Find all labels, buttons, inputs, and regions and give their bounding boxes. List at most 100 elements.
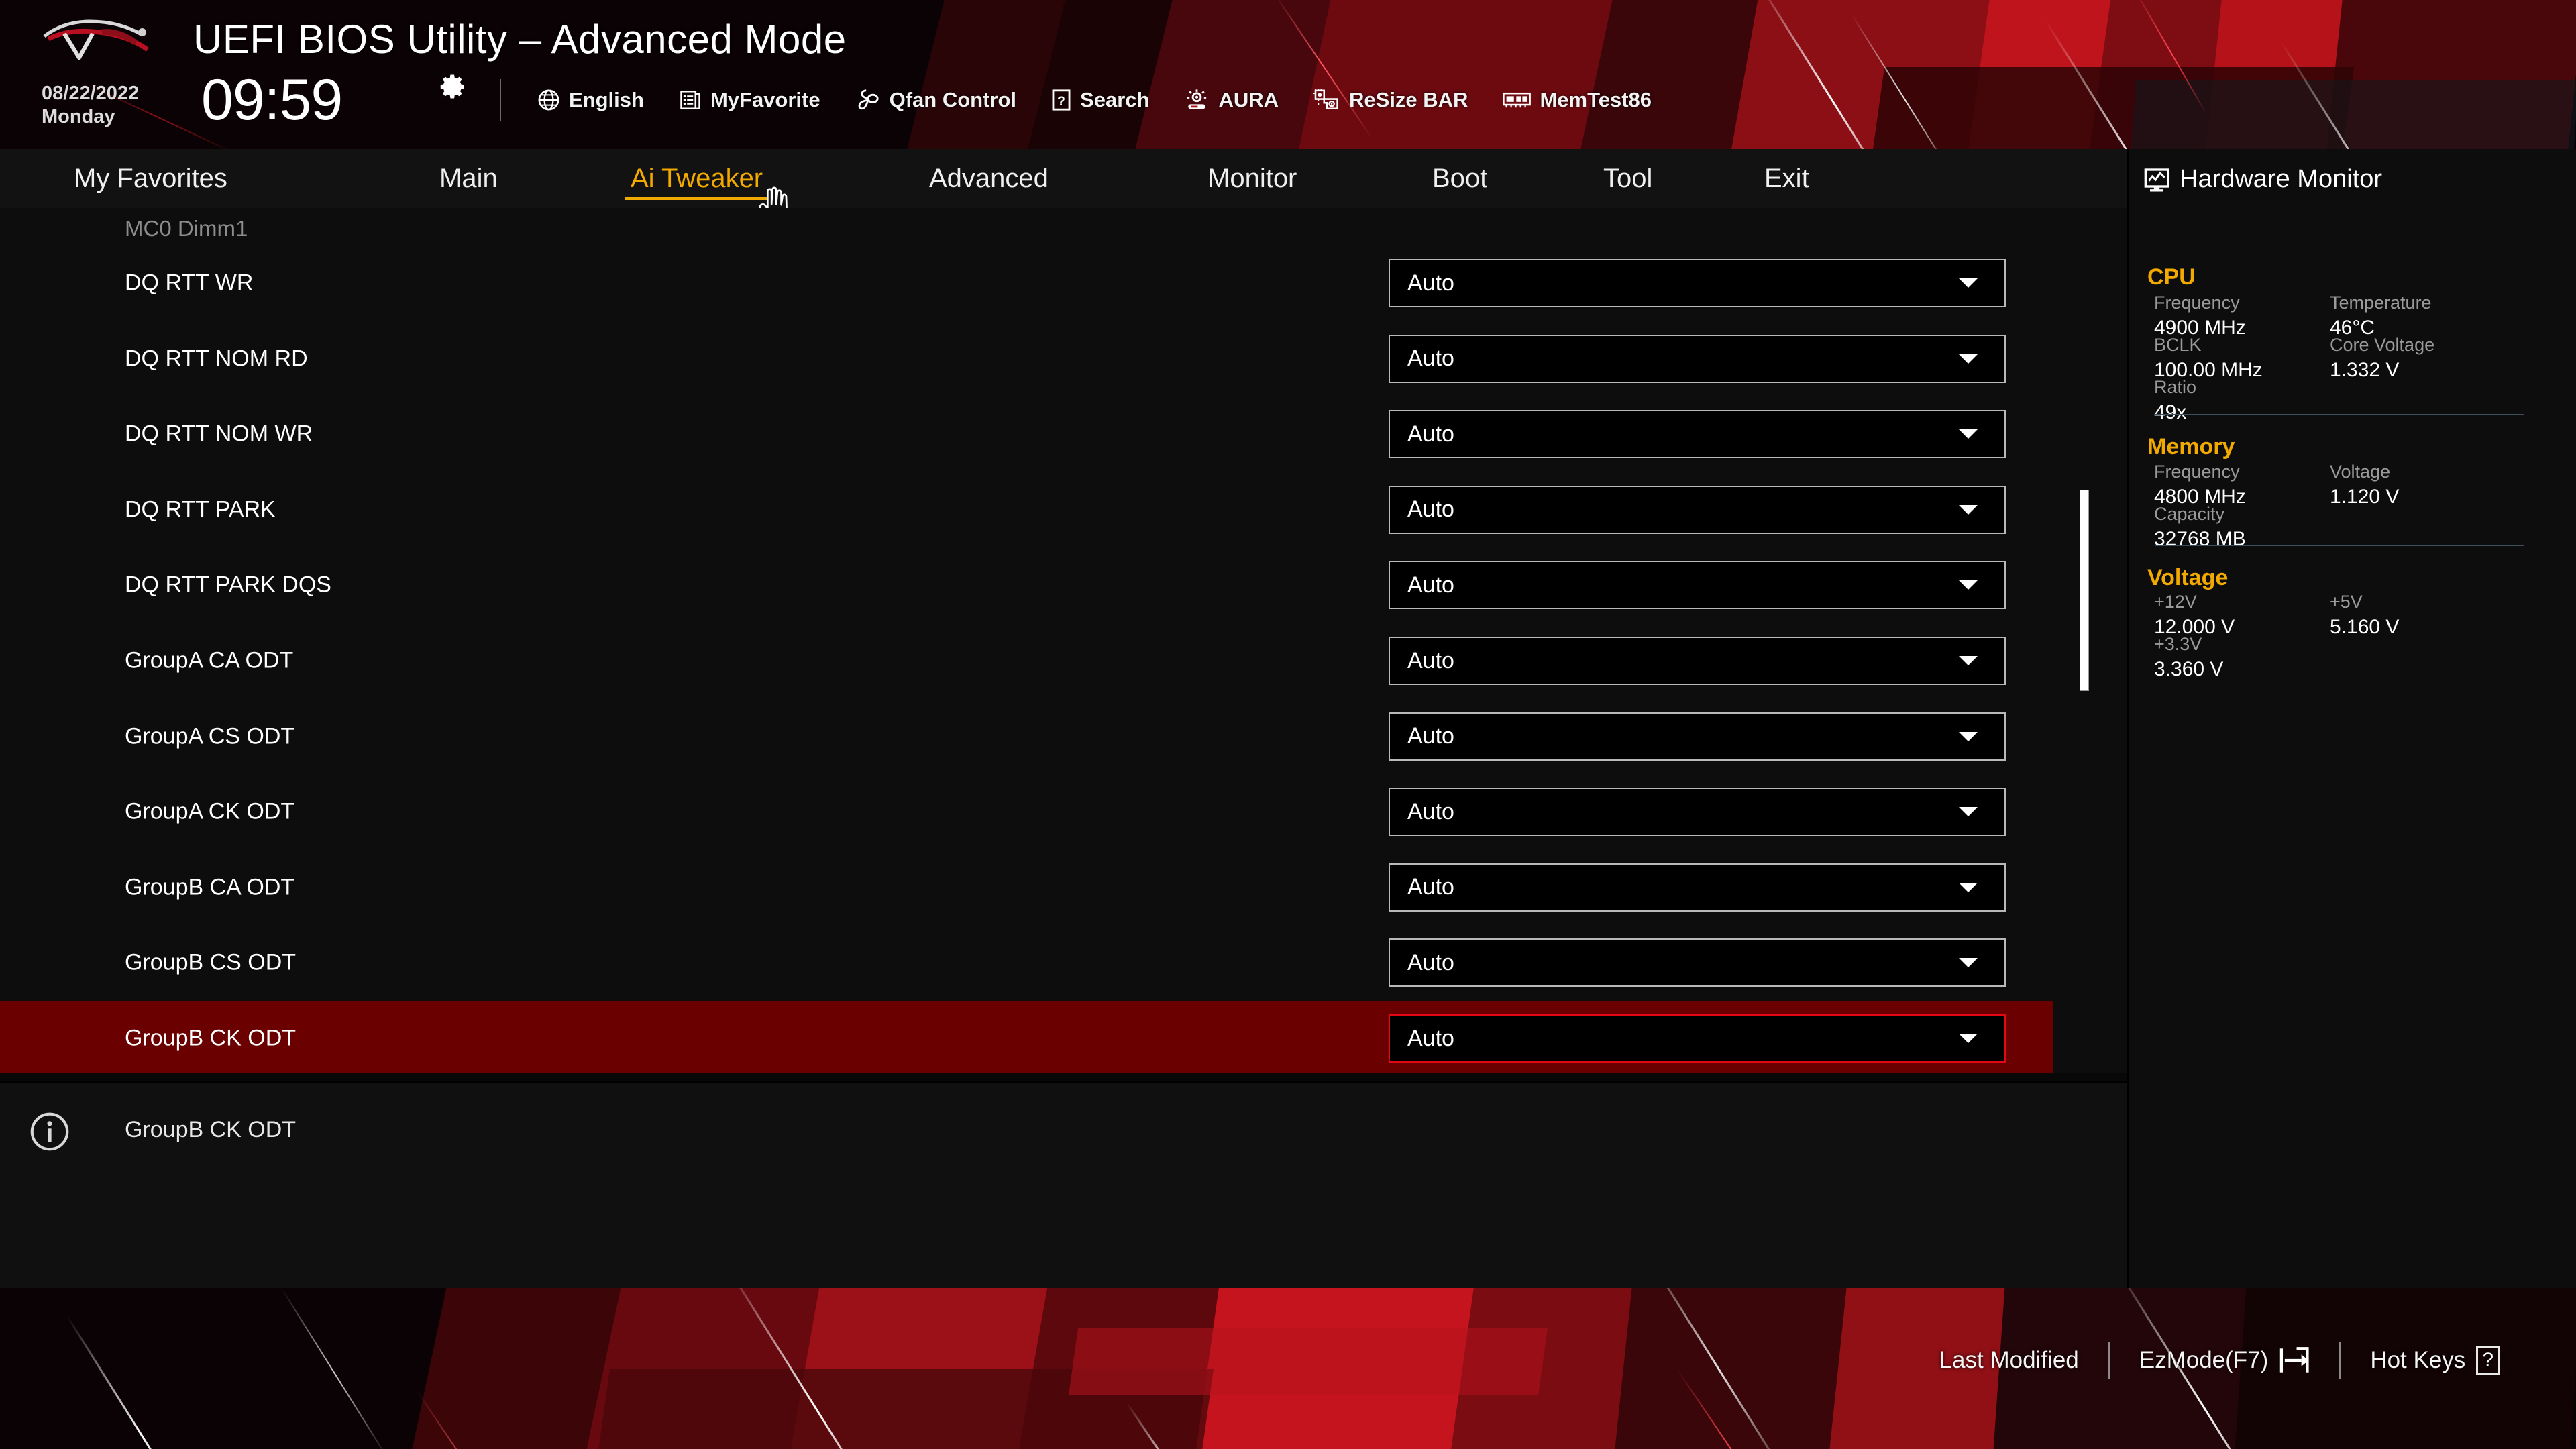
tab-my-favorites[interactable]: My Favorites <box>50 149 252 208</box>
setting-dropdown[interactable]: Auto <box>1389 259 2006 307</box>
header-tool-myfavorite[interactable]: MyFavorite <box>661 88 838 112</box>
chevron-down-icon <box>1959 580 1978 590</box>
header-tool-resize-bar[interactable]: ReSize BAR <box>1296 88 1485 112</box>
tab-label: My Favorites <box>74 164 227 193</box>
tab-monitor[interactable]: Monitor <box>1183 149 1321 208</box>
fan-icon <box>855 89 881 111</box>
favorites-list-icon <box>679 89 702 111</box>
last-modified-button[interactable]: Last Modified <box>1910 1347 2108 1374</box>
dropdown-value: Auto <box>1407 874 1454 900</box>
setting-dropdown[interactable]: Auto <box>1389 485 2006 534</box>
hw-value: 1.120 V <box>2330 486 2400 508</box>
setting-row[interactable]: GroupA CA ODT Auto <box>0 623 2053 698</box>
chevron-down-icon <box>1959 1034 1978 1043</box>
page-title: UEFI BIOS Utility – Advanced Mode <box>193 17 847 62</box>
header-tool-english[interactable]: English <box>520 88 661 112</box>
dropdown-value: Auto <box>1407 270 1454 296</box>
ezmode-button[interactable]: EzMode(F7) <box>2110 1347 2340 1374</box>
setting-dropdown[interactable]: Auto <box>1389 334 2006 383</box>
decorative-shape <box>1068 1328 1548 1395</box>
tab-boot[interactable]: Boot <box>1408 149 1511 208</box>
hw-section-divider <box>2155 414 2524 415</box>
tab-label: Tool <box>1603 164 1653 193</box>
dropdown-value: Auto <box>1407 723 1454 749</box>
dropdown-value: Auto <box>1407 496 1454 523</box>
dropdown-value: Auto <box>1407 421 1454 447</box>
hardware-monitor-title-text: Hardware Monitor <box>2180 165 2382 193</box>
last-modified-label: Last Modified <box>1939 1347 2079 1373</box>
setting-row[interactable]: DQ RTT PARK Auto <box>0 472 2053 547</box>
setting-row[interactable]: DQ RTT PARK DQS Auto <box>0 547 2053 623</box>
exit-arrow-icon <box>2280 1347 2309 1373</box>
setting-label: GroupA CA ODT <box>125 647 294 674</box>
setting-label: DQ RTT WR <box>125 270 254 296</box>
hw-value: 1.332 V <box>2330 359 2400 381</box>
header-tool-aura[interactable]: AURA <box>1167 88 1296 112</box>
setting-dropdown[interactable]: Auto <box>1389 938 2006 987</box>
setting-row[interactable]: DQ RTT WR Auto <box>0 246 2053 321</box>
setting-dropdown[interactable]: Auto <box>1389 712 2006 761</box>
setting-label: DQ RTT PARK DQS <box>125 572 331 598</box>
setting-row[interactable]: GroupA CS ODT Auto <box>0 699 2053 774</box>
hw-label: Frequency <box>2154 462 2240 482</box>
setting-dropdown[interactable]: Auto <box>1389 1014 2006 1063</box>
setting-dropdown[interactable]: Auto <box>1389 561 2006 610</box>
hw-section-cpu: CPU <box>2147 264 2196 290</box>
gear-icon[interactable] <box>439 72 468 101</box>
setting-dropdown[interactable]: Auto <box>1389 410 2006 459</box>
setting-dropdown[interactable]: Auto <box>1389 788 2006 837</box>
chevron-down-icon <box>1959 278 1978 288</box>
chevron-down-icon <box>1959 504 1978 515</box>
setting-dropdown[interactable]: Auto <box>1389 863 2006 912</box>
hardware-monitor-title: Hardware Monitor <box>2143 165 2382 194</box>
dropdown-value: Auto <box>1407 345 1454 372</box>
setting-row[interactable]: GroupA CK ODT Auto <box>0 774 2053 849</box>
header-tool-label: AURA <box>1218 88 1279 111</box>
hw-value: 49x <box>2154 401 2187 423</box>
setting-label: GroupB CA ODT <box>125 874 295 900</box>
tab-label: Ai Tweaker <box>631 164 763 193</box>
header-tool-label: ReSize BAR <box>1349 88 1468 111</box>
hw-value: 5.160 V <box>2330 616 2400 638</box>
help-text: GroupB CK ODT <box>125 1117 297 1142</box>
tab-label: Monitor <box>1208 164 1297 193</box>
hw-label: +5V <box>2330 592 2363 612</box>
active-tab-underline <box>625 197 769 200</box>
header-tool-qfan-control[interactable]: Qfan Control <box>838 88 1034 112</box>
header-tool-memtest86[interactable]: MemTest86 <box>1485 88 1669 112</box>
hotkeys-label: Hot Keys <box>2370 1347 2466 1373</box>
setting-row[interactable]: GroupB CS ODT Auto <box>0 925 2053 1000</box>
setting-row[interactable]: DQ RTT NOM WR Auto <box>0 396 2053 472</box>
date-value: 08/22/2022 <box>42 83 140 104</box>
setting-row[interactable]: DQ RTT NOM RD Auto <box>0 321 2053 396</box>
monitor-graph-icon <box>2144 168 2169 191</box>
footer-actions: Last Modified EzMode(F7) Hot Keys ? <box>1910 1340 2529 1381</box>
header-divider <box>500 79 501 121</box>
main-nav-tabs: My Favorites Main Ai Tweaker Advanced Monito… <box>0 149 2127 208</box>
tab-exit[interactable]: Exit <box>1740 149 1833 208</box>
clock-display: 09:59 <box>201 68 343 132</box>
hw-section-divider <box>2155 545 2524 546</box>
rog-logo <box>43 19 150 60</box>
tab-main[interactable]: Main <box>415 149 522 208</box>
scrollbar-thumb[interactable] <box>2080 490 2089 691</box>
header-tool-search[interactable]: ? Search <box>1034 88 1167 112</box>
tab-label: Exit <box>1764 164 1809 193</box>
dropdown-value: Auto <box>1407 572 1454 598</box>
chevron-down-icon <box>1959 958 1978 968</box>
hotkeys-button[interactable]: Hot Keys ? <box>2341 1346 2529 1375</box>
hw-label: +3.3V <box>2154 634 2202 654</box>
setting-row[interactable]: GroupB CA ODT Auto <box>0 850 2053 925</box>
tab-advanced[interactable]: Advanced <box>905 149 1073 208</box>
footer-bar: Last Modified EzMode(F7) Hot Keys ? Vers… <box>0 1288 2576 1449</box>
setting-row[interactable]: GroupB CK ODT Auto <box>0 1001 2053 1073</box>
hw-value: 3.360 V <box>2154 658 2224 680</box>
tab-ai-tweaker[interactable]: Ai Tweaker <box>606 149 787 208</box>
chevron-down-icon <box>1959 882 1978 892</box>
bios-screen: UEFI BIOS Utility – Advanced Mode 08/22/… <box>0 0 2576 1449</box>
aura-light-icon <box>1184 89 1210 111</box>
tab-tool[interactable]: Tool <box>1579 149 1676 208</box>
setting-dropdown[interactable]: Auto <box>1389 637 2006 685</box>
question-box-icon: ? <box>1051 89 1071 111</box>
hw-label: Frequency <box>2154 292 2240 313</box>
